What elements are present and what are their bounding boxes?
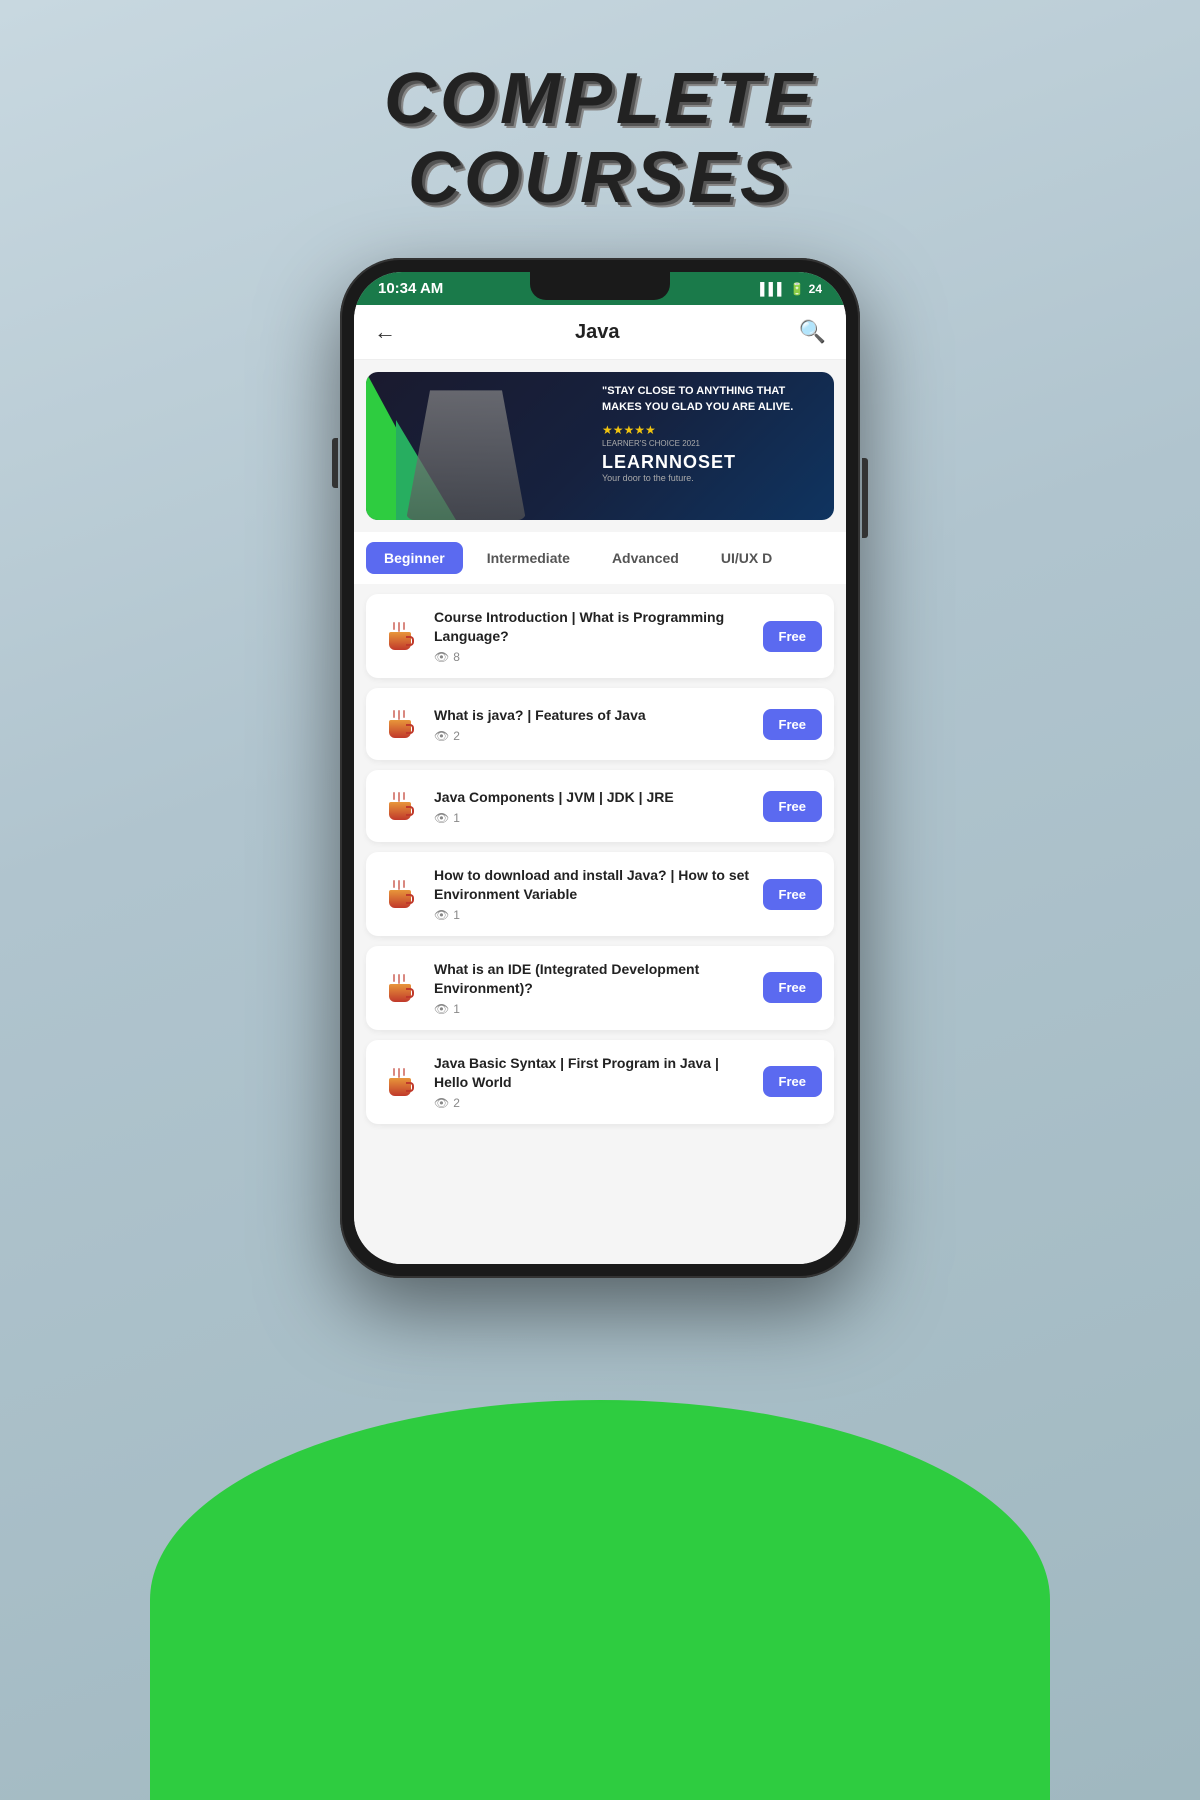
course-views-0: 👁 8 [434, 650, 751, 664]
signal-icon: ▌▌▌ [760, 282, 786, 296]
java-cup-graphic [386, 792, 414, 820]
course-views-2: 👁 1 [434, 811, 751, 825]
cup-handle [406, 894, 414, 904]
course-info-4: What is an IDE (Integrated Development E… [434, 960, 751, 1016]
tab-advanced[interactable]: Advanced [594, 542, 697, 574]
phone-screen: 10:34 AM ▌▌▌ 🔋 24 ← Java 🔍 [354, 272, 846, 1264]
java-icon-1 [378, 702, 422, 746]
course-info-5: Java Basic Syntax | First Program in Jav… [434, 1054, 751, 1110]
course-title-1: What is java? | Features of Java [434, 706, 751, 725]
java-icon-2 [378, 784, 422, 828]
cup-steam [393, 974, 405, 984]
course-title-4: What is an IDE (Integrated Development E… [434, 960, 751, 998]
tab-uiux[interactable]: UI/UX D [703, 542, 790, 574]
course-title-5: Java Basic Syntax | First Program in Jav… [434, 1054, 751, 1092]
java-icon-4 [378, 966, 422, 1010]
phone-outer: 10:34 AM ▌▌▌ 🔋 24 ← Java 🔍 [340, 258, 860, 1278]
promo-banner: "STAY CLOSE TO ANYTHING THAT MAKES YOU G… [366, 372, 834, 520]
cup-handle [406, 1082, 414, 1092]
course-views-1: 👁 2 [434, 729, 751, 743]
course-item[interactable]: How to download and install Java? | How … [366, 852, 834, 936]
eye-icon-0: 👁 [434, 650, 449, 664]
course-views-4: 👁 1 [434, 1002, 751, 1016]
java-cup-graphic [386, 974, 414, 1002]
course-title-0: Course Introduction | What is Programmin… [434, 608, 751, 646]
cup-handle [406, 636, 414, 646]
course-info-2: Java Components | JVM | JDK | JRE 👁 1 [434, 788, 751, 825]
java-icon-5 [378, 1060, 422, 1104]
course-list: Course Introduction | What is Programmin… [354, 584, 846, 1264]
course-item[interactable]: What is an IDE (Integrated Development E… [366, 946, 834, 1030]
course-views-5: 👁 2 [434, 1096, 751, 1110]
course-item[interactable]: What is java? | Features of Java 👁 2 Fre… [366, 688, 834, 760]
java-cup-graphic [386, 1068, 414, 1096]
search-button[interactable]: 🔍 [799, 319, 826, 345]
cup-steam [393, 1068, 405, 1078]
banner-logo: LEARNNOSET [602, 452, 822, 473]
java-icon-0 [378, 614, 422, 658]
view-count-0: 8 [453, 650, 460, 664]
status-time: 10:34 AM [378, 280, 443, 297]
course-info-0: Course Introduction | What is Programmin… [434, 608, 751, 664]
course-title-2: Java Components | JVM | JDK | JRE [434, 788, 751, 807]
banner-choice: LEARNER'S CHOICE 2021 [602, 439, 822, 448]
banner-tagline: Your door to the future. [602, 473, 822, 483]
free-button-0[interactable]: Free [763, 621, 822, 652]
status-icons: ▌▌▌ 🔋 24 [760, 282, 822, 296]
eye-icon-2: 👁 [434, 811, 449, 825]
eye-icon-1: 👁 [434, 729, 449, 743]
phone-notch [530, 272, 670, 300]
banner-right-content: "STAY CLOSE TO ANYTHING THAT MAKES YOU G… [602, 384, 822, 483]
background-hill [150, 1400, 1050, 1800]
free-button-5[interactable]: Free [763, 1066, 822, 1097]
view-count-5: 2 [453, 1096, 460, 1110]
java-cup-graphic [386, 622, 414, 650]
course-item[interactable]: Java Components | JVM | JDK | JRE 👁 1 Fr… [366, 770, 834, 842]
cup-handle [406, 724, 414, 734]
course-item[interactable]: Java Basic Syntax | First Program in Jav… [366, 1040, 834, 1124]
phone-mockup: 10:34 AM ▌▌▌ 🔋 24 ← Java 🔍 [340, 258, 860, 1278]
eye-icon-4: 👁 [434, 1002, 449, 1016]
course-views-3: 👁 1 [434, 908, 751, 922]
banner-quote: "STAY CLOSE TO ANYTHING THAT MAKES YOU G… [602, 384, 822, 415]
tab-beginner[interactable]: Beginner [366, 542, 463, 574]
course-title-3: How to download and install Java? | How … [434, 866, 751, 904]
banner-stars: ★★★★★ [602, 423, 822, 437]
java-cup-graphic [386, 710, 414, 738]
page-title: COMPLETE COURSES [384, 60, 816, 218]
screen-title: Java [575, 321, 620, 344]
cup-steam [393, 792, 405, 802]
app-header: ← Java 🔍 [354, 305, 846, 360]
view-count-2: 1 [453, 811, 460, 825]
eye-icon-5: 👁 [434, 1096, 449, 1110]
java-icon-3 [378, 872, 422, 916]
free-button-1[interactable]: Free [763, 709, 822, 740]
cup-steam [393, 710, 405, 720]
back-button[interactable]: ← [374, 319, 396, 345]
free-button-4[interactable]: Free [763, 972, 822, 1003]
cup-steam [393, 880, 405, 890]
view-count-3: 1 [453, 908, 460, 922]
course-item[interactable]: Course Introduction | What is Programmin… [366, 594, 834, 678]
view-count-4: 1 [453, 1002, 460, 1016]
free-button-3[interactable]: Free [763, 879, 822, 910]
free-button-2[interactable]: Free [763, 791, 822, 822]
view-count-1: 2 [453, 729, 460, 743]
cup-handle [406, 806, 414, 816]
java-cup-graphic [386, 880, 414, 908]
category-tabs: Beginner Intermediate Advanced UI/UX D [354, 532, 846, 584]
banner-left-decoration [366, 372, 526, 520]
course-info-3: How to download and install Java? | How … [434, 866, 751, 922]
battery-level: 24 [809, 282, 822, 296]
cup-handle [406, 988, 414, 998]
course-info-1: What is java? | Features of Java 👁 2 [434, 706, 751, 743]
cup-steam [393, 622, 405, 632]
battery-icon: 🔋 [790, 282, 805, 296]
eye-icon-3: 👁 [434, 908, 449, 922]
tab-intermediate[interactable]: Intermediate [469, 542, 588, 574]
